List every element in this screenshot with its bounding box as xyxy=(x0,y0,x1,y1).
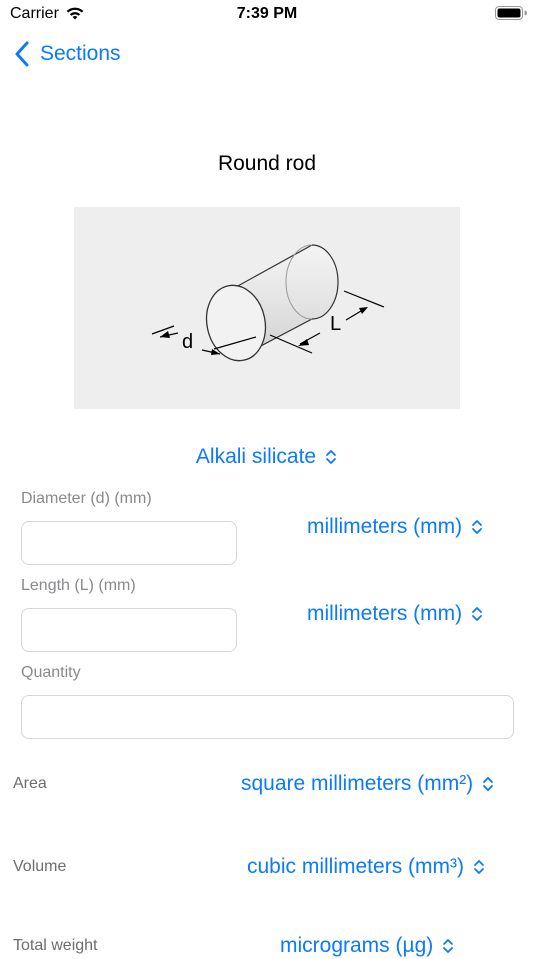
area-label: Area xyxy=(13,775,47,792)
diameter-label: d xyxy=(182,331,193,353)
diameter-field-label: Diameter (d) (mm) xyxy=(21,490,152,507)
status-time: 7:39 PM xyxy=(236,5,298,22)
length-label: L xyxy=(330,313,341,335)
diameter-input[interactable] xyxy=(21,521,237,565)
material-picker[interactable]: Alkali silicate xyxy=(0,444,534,470)
battery-icon xyxy=(495,6,527,20)
total-weight-unit-label: micrograms (µg) xyxy=(280,934,434,957)
back-label: Sections xyxy=(40,42,121,65)
chevron-up-down-icon xyxy=(472,520,483,534)
chevron-up-down-icon xyxy=(443,939,454,953)
area-unit-label: square millimeters (mm²) xyxy=(241,772,474,795)
chevron-up-down-icon xyxy=(483,777,494,791)
length-unit-label: millimeters (mm) xyxy=(307,602,463,625)
quantity-input[interactable] xyxy=(21,695,514,739)
round-rod-diagram: d L xyxy=(74,207,460,409)
quantity-field-label: Quantity xyxy=(21,664,81,681)
diameter-unit-picker[interactable]: millimeters (mm) xyxy=(307,514,484,540)
total-weight-label: Total weight xyxy=(13,937,98,954)
material-picker-label: Alkali silicate xyxy=(195,445,317,468)
length-input[interactable] xyxy=(21,608,237,652)
total-weight-unit-picker[interactable]: micrograms (µg) xyxy=(280,933,455,959)
volume-label: Volume xyxy=(13,858,67,875)
cylinder-illustration: d L xyxy=(151,244,385,362)
chevron-left-icon xyxy=(15,41,29,67)
back-button[interactable]: Sections xyxy=(14,38,121,70)
area-unit-picker[interactable]: square millimeters (mm²) xyxy=(241,771,495,797)
volume-unit-picker[interactable]: cubic millimeters (mm³) xyxy=(247,854,486,880)
volume-unit-label: cubic millimeters (mm³) xyxy=(247,855,464,878)
chevron-up-down-icon xyxy=(472,607,483,621)
chevron-up-down-icon xyxy=(474,860,484,874)
page-title: Round rod xyxy=(217,152,317,175)
length-field-label: Length (L) (mm) xyxy=(21,577,136,594)
chevron-up-down-icon xyxy=(326,450,337,464)
length-unit-picker[interactable]: millimeters (mm) xyxy=(307,601,484,627)
diameter-unit-label: millimeters (mm) xyxy=(307,515,463,538)
